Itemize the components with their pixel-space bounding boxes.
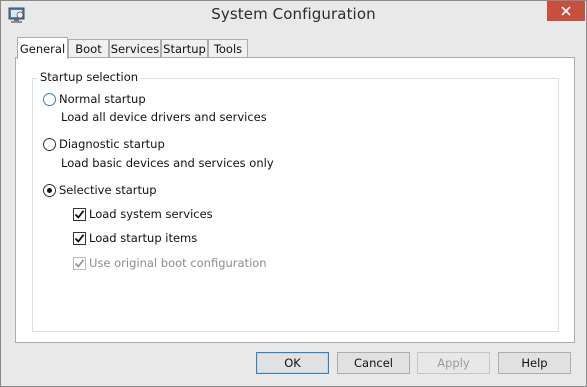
checkmark-icon: [74, 233, 85, 243]
load-startup-items-checkbox[interactable]: Load startup items: [73, 231, 197, 245]
cancel-button[interactable]: Cancel: [337, 352, 410, 374]
title-bar[interactable]: System Configuration: [1, 1, 586, 31]
use-original-boot-configuration-checkbox: Use original boot configuration: [73, 256, 267, 270]
help-button[interactable]: Help: [498, 352, 571, 374]
startup-selection-label: Startup selection: [37, 70, 142, 84]
checkmark-icon: [74, 258, 85, 268]
radio-button[interactable]: [43, 137, 56, 151]
normal-startup-description: Load all device drivers and services: [61, 110, 267, 124]
load-system-services-label: Load system services: [89, 207, 213, 221]
checkbox-checked[interactable]: [73, 231, 86, 245]
system-configuration-window: System Configuration General Boot Servic…: [0, 0, 587, 387]
tab-tools[interactable]: Tools: [208, 39, 248, 58]
load-system-services-checkbox[interactable]: Load system services: [73, 207, 213, 221]
tab-services[interactable]: Services: [109, 39, 161, 58]
radio-button[interactable]: [43, 92, 56, 106]
tab-startup[interactable]: Startup: [161, 39, 208, 58]
normal-startup-label: Normal startup: [59, 92, 146, 106]
ok-button[interactable]: OK: [256, 352, 329, 374]
diagnostic-startup-label: Diagnostic startup: [59, 137, 165, 151]
checkmark-icon: [74, 209, 85, 219]
selective-startup-label: Selective startup: [59, 183, 157, 197]
tab-general[interactable]: General: [17, 37, 68, 59]
close-icon: [560, 2, 572, 21]
diagnostic-startup-radio[interactable]: Diagnostic startup: [43, 137, 165, 151]
normal-startup-radio[interactable]: Normal startup: [43, 92, 146, 106]
apply-button: Apply: [417, 352, 490, 374]
tab-boot[interactable]: Boot: [68, 39, 109, 58]
selective-startup-radio[interactable]: Selective startup: [43, 183, 157, 197]
checkbox-checked[interactable]: [73, 207, 86, 221]
diagnostic-startup-description: Load basic devices and services only: [61, 156, 274, 170]
window-title: System Configuration: [211, 5, 376, 23]
close-button[interactable]: [547, 1, 585, 21]
use-original-boot-configuration-label: Use original boot configuration: [89, 256, 267, 270]
load-startup-items-label: Load startup items: [89, 231, 198, 245]
checkbox-disabled-checked: [73, 256, 86, 270]
radio-button-selected[interactable]: [43, 183, 56, 197]
